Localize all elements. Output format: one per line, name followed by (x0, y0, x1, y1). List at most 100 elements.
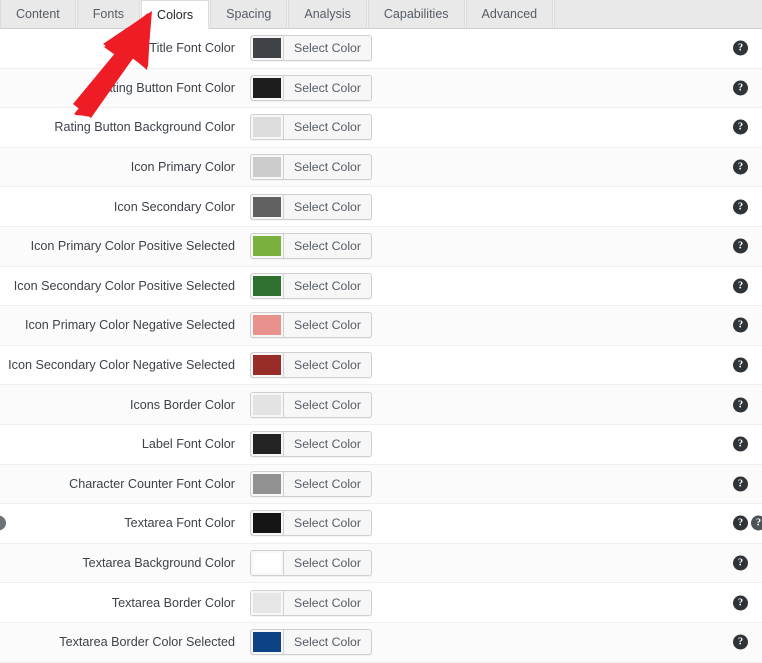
help-icon[interactable]: ? (733, 357, 748, 373)
select-color-label: Select Color (294, 635, 361, 650)
color-swatch-fill (251, 194, 283, 219)
setting-control: Select Color (243, 312, 762, 339)
color-swatch[interactable] (251, 392, 284, 417)
setting-row: Textarea Background Color Select Color? (0, 543, 762, 584)
help-icon[interactable]: ? (733, 199, 748, 215)
color-swatch[interactable] (251, 194, 284, 219)
help-cell: ? (733, 357, 748, 373)
select-color-label: Select Color (294, 397, 361, 412)
help-icon[interactable]: ? (733, 238, 748, 254)
color-picker-button[interactable]: Select Color (250, 272, 372, 299)
setting-control: Select Color (243, 193, 762, 220)
color-swatch-fill (251, 155, 283, 180)
help-cell: ? (733, 119, 748, 135)
color-swatch-fill (251, 353, 283, 378)
setting-row: Rating Button Font Color Select Color? (0, 68, 762, 109)
setting-row: Character Counter Font Color Select Color… (0, 464, 762, 505)
color-picker-button[interactable]: Select Color (250, 352, 372, 379)
color-picker-button[interactable]: Select Color (250, 510, 372, 537)
color-swatch[interactable] (251, 234, 284, 259)
help-icon[interactable]: ? (733, 595, 748, 611)
setting-row: Icon Primary Color Positive Selected Sele… (0, 226, 762, 267)
color-picker-button[interactable]: Select Color (250, 431, 372, 458)
color-swatch[interactable] (251, 511, 284, 536)
select-color-label: Select Color (294, 278, 361, 293)
color-picker-button[interactable]: Select Color (250, 629, 372, 656)
setting-control: Select Color (243, 589, 762, 616)
color-picker-button[interactable]: Select Color (250, 193, 372, 220)
help-icon[interactable]: ? (733, 317, 748, 333)
clipped-help-icon-right[interactable]: ? (751, 515, 762, 531)
help-icon[interactable]: ? (733, 436, 748, 452)
setting-label: Label Font Color (141, 437, 235, 452)
color-swatch[interactable] (251, 432, 284, 457)
color-swatch[interactable] (251, 75, 284, 100)
color-picker-button[interactable]: Select Color (250, 35, 372, 62)
tab-spacing[interactable]: Spacing (210, 0, 288, 28)
help-icon[interactable]: ? (733, 80, 748, 96)
settings-tab-bar: Content Fonts Colors Spacing Analysis Capabil… (0, 0, 762, 29)
tab-capabilities[interactable]: Capabilities (367, 0, 465, 28)
tab-fonts[interactable]: Fonts (76, 0, 141, 28)
setting-row: Icon Primary Color Select Color? (0, 147, 762, 188)
help-icon[interactable]: ? (733, 159, 748, 175)
setting-label: Rating Button Background Color (54, 120, 235, 135)
color-picker-button[interactable]: Select Color (250, 74, 372, 101)
setting-control: Select Color (243, 74, 762, 101)
color-swatch[interactable] (251, 273, 284, 298)
setting-label: Icon Secondary Color Positive Selected (13, 278, 235, 293)
color-picker-button[interactable]: Select Color (250, 470, 372, 497)
tab-content[interactable]: Content (0, 0, 76, 28)
setting-label: Character Counter Font Color (69, 476, 235, 491)
color-swatch[interactable] (251, 630, 284, 655)
setting-label: Icon Secondary Color (113, 199, 235, 214)
help-cell: ? (733, 397, 748, 413)
setting-label: Icon Primary Color (130, 160, 235, 175)
setting-control: Select Color (243, 510, 762, 537)
setting-control: Select Color (243, 352, 762, 379)
help-icon[interactable]: ? (733, 278, 748, 294)
color-swatch[interactable] (251, 115, 284, 140)
color-swatch-fill (251, 234, 283, 259)
color-picker-button[interactable]: Select Color (250, 154, 372, 181)
setting-label: Textarea Font Color (124, 516, 235, 531)
help-icon[interactable]: ? (733, 119, 748, 135)
color-picker-button[interactable]: Select Color (250, 312, 372, 339)
color-picker-button[interactable]: Select Color (250, 114, 372, 141)
color-swatch[interactable] (251, 36, 284, 61)
help-icon[interactable]: ? (733, 476, 748, 492)
select-color-label: Select Color (294, 120, 361, 135)
setting-control: Select Color (243, 470, 762, 497)
color-picker-button[interactable]: Select Color (250, 391, 372, 418)
setting-row: Textarea Border Color Select Color? (0, 583, 762, 623)
color-swatch[interactable] (251, 590, 284, 615)
help-icon[interactable]: ? (733, 634, 748, 650)
setting-row: Icons Border Color Select Color? (0, 385, 762, 425)
tab-advanced[interactable]: Advanced (465, 0, 554, 28)
setting-label: Rating Button Font Color (96, 80, 235, 95)
color-swatch-fill (251, 630, 283, 655)
color-swatch[interactable] (251, 551, 284, 576)
setting-row: Textarea Border Color Selected Select Col… (0, 622, 762, 663)
color-swatch-fill (251, 392, 283, 417)
setting-row: Title Font Color Select Color? (0, 29, 762, 69)
tab-bar-filler (554, 0, 762, 28)
help-icon[interactable]: ? (733, 397, 748, 413)
color-swatch-fill (251, 115, 283, 140)
color-picker-button[interactable]: Select Color (250, 550, 372, 577)
setting-row: Textarea Font Color Select Color?? (0, 504, 762, 544)
help-icon[interactable]: ? (733, 555, 748, 571)
help-cell: ? (733, 595, 748, 611)
help-icon[interactable]: ? (733, 40, 748, 56)
tab-colors[interactable]: Colors (141, 0, 210, 29)
color-swatch[interactable] (251, 471, 284, 496)
color-swatch[interactable] (251, 353, 284, 378)
select-color-label: Select Color (294, 556, 361, 571)
tab-analysis[interactable]: Analysis (288, 0, 367, 28)
help-icon[interactable]: ? (733, 515, 748, 531)
help-cell: ?? (733, 515, 762, 531)
color-picker-button[interactable]: Select Color (250, 589, 372, 616)
color-swatch[interactable] (251, 155, 284, 180)
color-picker-button[interactable]: Select Color (250, 233, 372, 260)
color-swatch[interactable] (251, 313, 284, 338)
